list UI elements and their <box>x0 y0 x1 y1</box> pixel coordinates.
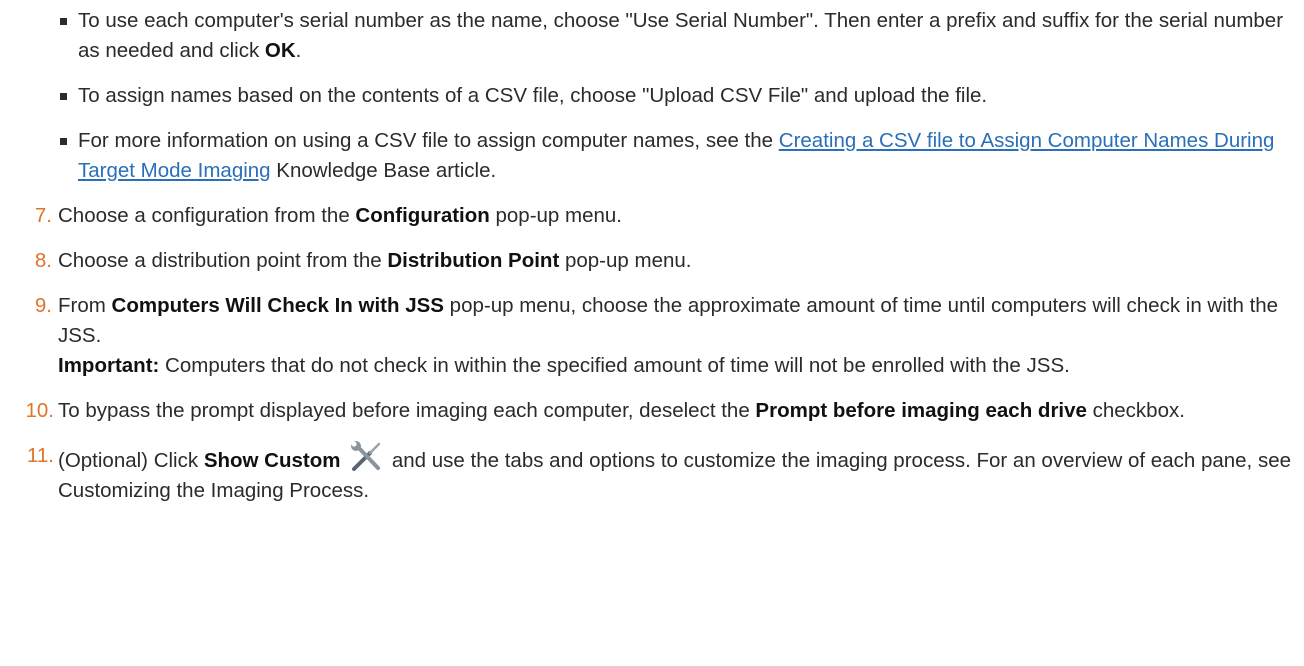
document-body: To use each computer's serial number as … <box>0 0 1304 506</box>
bullet-marker <box>60 93 67 100</box>
step-number: 7. <box>34 204 52 227</box>
bullet-text-end: . <box>295 39 302 62</box>
step-11: 11. (Optional) Click Show Custom and use… <box>0 441 1304 506</box>
step-7: 7. Choose a configuration from the Confi… <box>0 201 1304 231</box>
configuration-label: Configuration <box>355 204 490 227</box>
step-text: Choose a configuration from the <box>58 204 356 227</box>
bullet-text: For more information on using a CSV file… <box>78 129 779 152</box>
prompt-checkbox-label: Prompt before imaging each drive <box>755 399 1087 422</box>
ok-label: OK <box>264 39 296 62</box>
step-text: Choose a distribution point from the <box>58 249 388 272</box>
distribution-point-label: Distribution Point <box>387 249 560 272</box>
check-in-menu-label: Computers Will Check In with JSS <box>111 294 444 317</box>
bullet-text: To assign names based on the contents of… <box>78 84 988 107</box>
bullet-text: To use each computer's serial number as … <box>78 9 1284 62</box>
bullet-marker <box>60 18 67 25</box>
step-10: 10. To bypass the prompt displayed befor… <box>0 396 1304 426</box>
list-item: To use each computer's serial number as … <box>0 6 1304 66</box>
step-8: 8. Choose a distribution point from the … <box>0 246 1304 276</box>
bullet-text-end: Knowledge Base article. <box>270 159 497 182</box>
step-text-end: checkbox. <box>1086 399 1185 422</box>
step-number: 8. <box>34 249 52 272</box>
step-text: From <box>58 294 112 317</box>
important-note-text: Computers that do not check in within th… <box>159 354 1070 377</box>
important-label: Important: <box>58 354 160 377</box>
step-9: 9. From Computers Will Check In with JSS… <box>0 291 1304 381</box>
step-text: To bypass the prompt displayed before im… <box>58 399 756 422</box>
step-text-end: pop-up menu. <box>559 249 692 272</box>
naming-options-list: To use each computer's serial number as … <box>0 6 1304 186</box>
step-number: 11. <box>27 444 54 467</box>
tools-icon <box>348 441 386 473</box>
show-custom-label: Show Custom <box>203 449 341 472</box>
steps-list: 7. Choose a configuration from the Confi… <box>0 201 1304 506</box>
step-number: 9. <box>34 294 52 317</box>
step-number: 10. <box>25 399 55 422</box>
step-text: (Optional) Click <box>58 449 204 472</box>
list-item: For more information on using a CSV file… <box>0 126 1304 186</box>
step-text-end: pop-up menu. <box>489 204 622 227</box>
bullet-marker <box>60 138 67 145</box>
list-item: To assign names based on the contents of… <box>0 81 1304 111</box>
